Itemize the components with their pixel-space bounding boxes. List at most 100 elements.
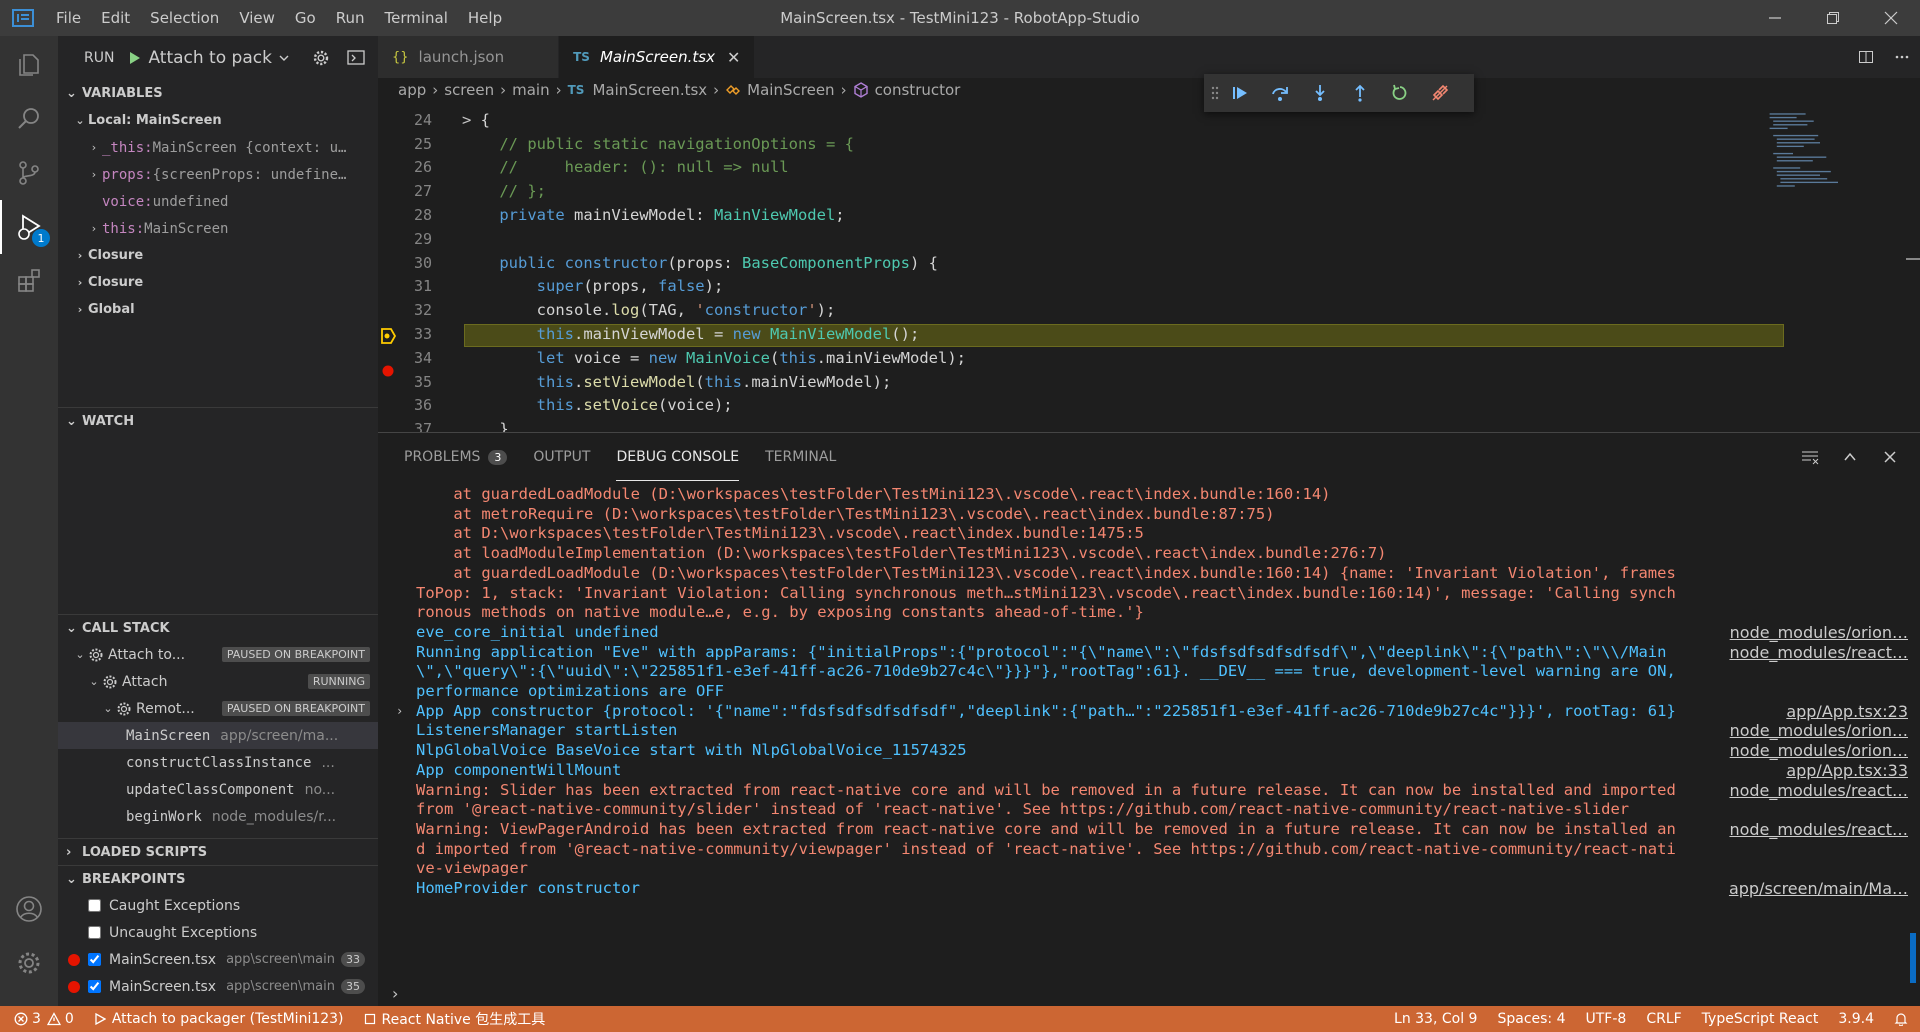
console-line[interactable]: at loadModuleImplementation (D:\workspac…: [378, 544, 1920, 564]
callstack-session[interactable]: ⌄ Attach RUNNING: [58, 668, 378, 695]
menu-selection[interactable]: Selection: [140, 0, 229, 36]
source-control-button[interactable]: [0, 146, 58, 200]
scope-local[interactable]: ⌄ Local: MainScreen: [58, 107, 378, 134]
tab-debug-console[interactable]: DEBUG CONSOLE: [616, 433, 740, 481]
breakpoint-checkbox[interactable]: [88, 926, 101, 939]
restart-button[interactable]: [1380, 78, 1420, 108]
console-source-link[interactable]: node_modules/orion…: [1730, 623, 1908, 643]
continue-button[interactable]: [1220, 78, 1260, 108]
scope-global[interactable]: › Global: [58, 296, 378, 323]
code-line[interactable]: 31 super(props, false);: [378, 275, 1778, 299]
clear-console-button[interactable]: [1790, 449, 1830, 465]
console-line[interactable]: Running application "Eve" with appParams…: [378, 643, 1920, 663]
breadcrumb-item[interactable]: app: [398, 81, 426, 99]
console-line[interactable]: ronous methods on native module…e, e.g. …: [378, 603, 1920, 623]
scope-closure[interactable]: › Closure: [58, 269, 378, 296]
console-line[interactable]: NlpGlobalVoice BaseVoice start with NlpG…: [378, 741, 1920, 761]
code-line[interactable]: 35 this.setViewModel(this.mainViewModel)…: [378, 370, 1778, 394]
watch-header[interactable]: ⌄ WATCH: [58, 407, 378, 434]
code-line[interactable]: 27 // };: [378, 179, 1778, 203]
code-editor[interactable]: 24 > {25 // public static navigationOptio…: [378, 108, 1920, 432]
manage-button[interactable]: [0, 936, 58, 990]
console-source-link[interactable]: app/App.tsx:23: [1786, 702, 1908, 722]
language-mode[interactable]: TypeScript React: [1692, 1011, 1829, 1027]
console-line[interactable]: at metroRequire (D:\workspaces\testFolde…: [378, 505, 1920, 525]
console-line[interactable]: HomeProvider constructor app/screen/main/…: [378, 879, 1920, 899]
stack-frame[interactable]: MainScreen app/screen/ma...: [58, 722, 378, 749]
callstack-header[interactable]: ⌄ CALL STACK: [58, 614, 378, 641]
gear-icon[interactable]: [312, 49, 330, 67]
launch-config-select[interactable]: Attach to pack: [122, 46, 295, 70]
tab-mainscreen-tsx[interactable]: TS MainScreen.tsx ✕: [559, 36, 756, 78]
problems-status[interactable]: 3 0: [0, 1011, 84, 1027]
code-line[interactable]: 29: [378, 227, 1778, 251]
console-line[interactable]: ToPop: 1, stack: 'Invariant Violation: C…: [378, 584, 1920, 604]
console-source-link[interactable]: app/screen/main/Ma…: [1729, 879, 1908, 899]
drag-handle-icon[interactable]: [1210, 84, 1220, 102]
step-out-button[interactable]: [1340, 78, 1380, 108]
breakpoint-checkbox[interactable]: [88, 953, 101, 966]
callstack-session[interactable]: ⌄ Remot... PAUSED ON BREAKPOINT: [58, 695, 378, 722]
menu-view[interactable]: View: [229, 0, 285, 36]
breakpoint-item[interactable]: Caught Exceptions: [58, 892, 378, 919]
search-button[interactable]: [0, 92, 58, 146]
menu-terminal[interactable]: Terminal: [375, 0, 458, 36]
console-line[interactable]: App componentWillMount app/App.tsx:33: [378, 761, 1920, 781]
ts-version[interactable]: 3.9.4: [1828, 1011, 1884, 1027]
console-source-link[interactable]: node_modules/orion…: [1730, 741, 1908, 761]
breakpoint-checkbox[interactable]: [88, 899, 101, 912]
console-line[interactable]: at D:\workspaces\testFolder\TestMini123\…: [378, 524, 1920, 544]
breakpoint-checkbox[interactable]: [88, 980, 101, 993]
close-window-button[interactable]: [1862, 0, 1920, 36]
code-line[interactable]: 33 this.mainViewModel = new MainViewMode…: [378, 322, 1778, 346]
console-line[interactable]: performance optimizations are OFF: [378, 682, 1920, 702]
debug-target-status[interactable]: Attach to packager (TestMini123): [84, 1011, 354, 1027]
rn-tool-status[interactable]: React Native 包生成工具: [354, 1009, 556, 1029]
variable-row[interactable]: › this: MainScreen: [58, 215, 378, 242]
maximize-panel-button[interactable]: [1830, 449, 1870, 465]
code-line[interactable]: 26 // header: (): null => null: [378, 156, 1778, 180]
breakpoint-dot-icon[interactable]: [382, 365, 394, 377]
menu-go[interactable]: Go: [285, 0, 326, 36]
tab-problems[interactable]: PROBLEMS 3: [404, 433, 508, 481]
console-line[interactable]: Warning: Slider has been extracted from …: [378, 781, 1920, 801]
breakpoints-header[interactable]: ⌄ BREAKPOINTS: [58, 865, 378, 892]
console-source-link[interactable]: node_modules/react…: [1729, 820, 1908, 840]
code-line[interactable]: 30 public constructor(props: BaseCompone…: [378, 251, 1778, 275]
breakpoint-item[interactable]: MainScreen.tsx app\screen\main 33: [58, 946, 378, 973]
tab-terminal[interactable]: TERMINAL: [765, 433, 836, 481]
console-line[interactable]: d imported from '@react-native-community…: [378, 840, 1920, 860]
tab-output[interactable]: OUTPUT: [533, 433, 590, 481]
debug-console-output[interactable]: at guardedLoadModule (D:\workspaces\test…: [378, 481, 1920, 985]
breadcrumb-item[interactable]: main: [512, 81, 549, 99]
console-source-link[interactable]: app/App.tsx:33: [1786, 761, 1908, 781]
console-line[interactable]: › App App constructor {protocol: '{"name"…: [378, 702, 1920, 722]
explorer-button[interactable]: [0, 38, 58, 92]
code-line[interactable]: 32 console.log(TAG, 'constructor');: [378, 298, 1778, 322]
accounts-button[interactable]: [0, 882, 58, 936]
console-line[interactable]: \",\"query\":{\"uuid\":\"225851f1-e3ef-4…: [378, 662, 1920, 682]
breadcrumb-item[interactable]: MainScreen: [747, 81, 834, 99]
code-line[interactable]: 37 }: [378, 417, 1778, 432]
minimap[interactable]: [1766, 108, 1856, 216]
console-line[interactable]: at guardedLoadModule (D:\workspaces\test…: [378, 485, 1920, 505]
variables-header[interactable]: ⌄ VARIABLES: [58, 80, 378, 107]
debug-console-icon[interactable]: [346, 49, 366, 67]
cursor-position[interactable]: Ln 33, Col 9: [1384, 1011, 1487, 1027]
code-line[interactable]: 36 this.setVoice(voice);: [378, 394, 1778, 418]
loaded-scripts-header[interactable]: › LOADED SCRIPTS: [58, 838, 378, 865]
breadcrumb-item[interactable]: constructor: [875, 81, 961, 99]
console-line[interactable]: from '@react-native-community/slider' in…: [378, 800, 1920, 820]
breakpoint-item[interactable]: MainScreen.tsx app\screen\main 35: [58, 973, 378, 1000]
console-line[interactable]: at guardedLoadModule (D:\workspaces\test…: [378, 564, 1920, 584]
tab-launch-json[interactable]: {} launch.json: [378, 36, 560, 78]
variable-row[interactable]: › props: {screenProps: undefine…: [58, 161, 378, 188]
console-source-link[interactable]: node_modules/react…: [1729, 781, 1908, 801]
console-source-link[interactable]: node_modules/react…: [1729, 643, 1908, 663]
menu-edit[interactable]: Edit: [91, 0, 140, 36]
menu-help[interactable]: Help: [458, 0, 512, 36]
menu-file[interactable]: File: [46, 0, 91, 36]
console-line[interactable]: eve_core_initial undefined node_modules/o…: [378, 623, 1920, 643]
disconnect-button[interactable]: [1420, 78, 1460, 108]
restore-button[interactable]: [1804, 0, 1862, 36]
